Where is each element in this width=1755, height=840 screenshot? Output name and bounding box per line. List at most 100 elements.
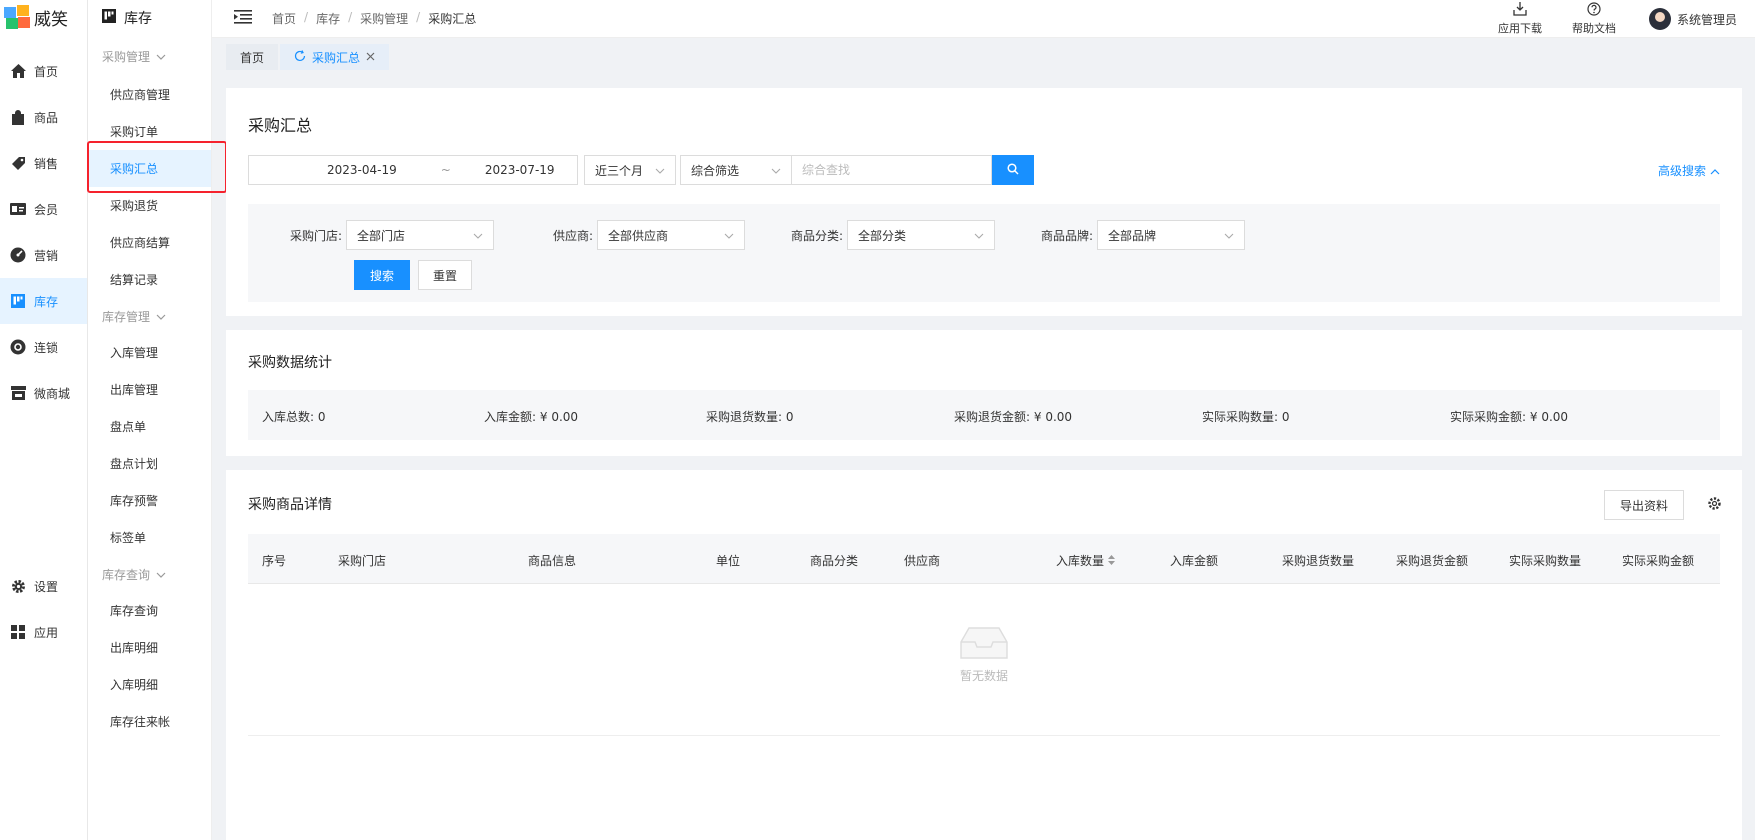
inventory-icon [10, 293, 26, 309]
rail-item-inventory[interactable]: 库存 [0, 278, 87, 324]
rail-item-sales[interactable]: 销售 [0, 140, 87, 186]
empty-state: 暂无数据 [248, 584, 1720, 736]
col-in-qty[interactable]: 入库数量 [1056, 552, 1116, 569]
sub-item-label-sheet[interactable]: 标签单 [88, 519, 211, 556]
chevron-down-icon [724, 228, 734, 242]
chain-icon [10, 339, 26, 355]
brand-name: 威笑 [34, 9, 68, 30]
sub-sidebar: 库存 采购管理 供应商管理 采购订单 采购汇总 采购退货 供应商结算 结算记录 … [88, 0, 212, 840]
sub-item-in-detail[interactable]: 入库明细 [88, 666, 211, 703]
group-stock-query[interactable]: 库存查询 [88, 556, 211, 592]
advanced-search-toggle[interactable]: 高级搜索 [1658, 162, 1720, 179]
sub-item-supplier-settlement[interactable]: 供应商结算 [88, 224, 211, 261]
rail-item-member[interactable]: 会员 [0, 186, 87, 232]
help-doc-button[interactable]: 帮助文档 [1557, 2, 1631, 36]
logo-cube-icon [4, 5, 30, 29]
supplier-select[interactable]: 全部供应商 [597, 220, 746, 250]
rail-item-label: 首页 [34, 64, 59, 79]
refresh-icon[interactable] [294, 49, 306, 65]
filter-select[interactable]: 综合筛选 [680, 155, 792, 185]
sub-item-settlement-record[interactable]: 结算记录 [88, 261, 211, 298]
date-start: 2023-04-19 [327, 163, 397, 177]
sub-item-stock-alert[interactable]: 库存预警 [88, 482, 211, 519]
period-select[interactable]: 近三个月 [584, 155, 676, 185]
category-value: 全部分类 [858, 228, 907, 243]
sub-item-stocktake-plan[interactable]: 盘点计划 [88, 445, 211, 482]
date-separator: ~ [440, 163, 451, 177]
stat-in-count: 入库总数: 0 [262, 410, 326, 424]
gear-icon [10, 578, 26, 594]
close-icon[interactable] [366, 50, 375, 64]
sub-item-purchase-return[interactable]: 采购退货 [88, 187, 211, 224]
filter-value: 综合筛选 [691, 163, 740, 178]
rail-item-chain[interactable]: 连锁 [0, 324, 87, 370]
inventory-icon [102, 9, 116, 27]
app-download-button[interactable]: 应用下载 [1483, 2, 1557, 36]
supplier-value: 全部供应商 [608, 228, 669, 243]
group-title: 库存查询 [102, 567, 151, 582]
rail-item-marketing[interactable]: 营销 [0, 232, 87, 278]
sub-item-supplier[interactable]: 供应商管理 [88, 76, 211, 113]
rail-item-label: 微商城 [34, 386, 71, 401]
group-stock-manage[interactable]: 库存管理 [88, 298, 211, 334]
sub-item-stock-in[interactable]: 入库管理 [88, 334, 211, 371]
rail-item-label: 连锁 [34, 340, 59, 355]
sub-item-stock-out[interactable]: 出库管理 [88, 371, 211, 408]
rail-item-home[interactable]: 首页 [0, 48, 87, 94]
chevron-down-icon [156, 49, 166, 63]
breadcrumb-current: 采购汇总 [428, 12, 477, 26]
rail-item-settings[interactable]: 设置 [0, 563, 88, 609]
export-button[interactable]: 导出资料 [1604, 490, 1684, 520]
menu-fold-icon[interactable] [234, 10, 254, 27]
brand-select[interactable]: 全部品牌 [1097, 220, 1246, 250]
store-icon [10, 385, 26, 401]
column-settings-icon[interactable] [1707, 496, 1722, 514]
search-button[interactable] [992, 155, 1034, 185]
field-store: 采购门店: 全部门店 [290, 220, 495, 250]
reset-button[interactable]: 重置 [418, 260, 472, 290]
brand-logo[interactable]: 威笑 [0, 0, 87, 34]
chevron-down-icon [771, 163, 781, 177]
sub-item-stocktake[interactable]: 盘点单 [88, 408, 211, 445]
breadcrumb-item[interactable]: 库存 [316, 10, 340, 27]
apps-grid-icon [10, 624, 26, 640]
search-submit-button[interactable]: 搜索 [354, 260, 410, 290]
search-input[interactable] [792, 155, 992, 185]
detail-card: 采购商品详情 导出资料 序号 采购门店 商品信息 单位 商品分类 供应商 入库数… [226, 470, 1742, 840]
sub-item-out-detail[interactable]: 出库明细 [88, 629, 211, 666]
rail-item-label: 商品 [34, 110, 59, 125]
sub-item-purchase-summary[interactable]: 采购汇总 [88, 150, 211, 187]
store-select[interactable]: 全部门店 [346, 220, 495, 250]
page-title: 采购汇总 [248, 116, 313, 135]
tab-label: 采购汇总 [312, 50, 361, 65]
page-scrollbar[interactable] [1743, 76, 1755, 840]
breadcrumb-item[interactable]: 采购管理 [360, 10, 408, 27]
rail-item-apps[interactable]: 应用 [0, 609, 88, 655]
chevron-down-icon [156, 309, 166, 323]
tab-home[interactable]: 首页 [226, 44, 279, 70]
rail-item-label: 设置 [34, 579, 59, 594]
period-value: 近三个月 [595, 163, 644, 178]
group-purchase[interactable]: 采购管理 [88, 36, 211, 76]
stat-return-amount: 采购退货金额: ¥ 0.00 [954, 410, 1073, 424]
rail-item-goods[interactable]: 商品 [0, 94, 87, 140]
stat-return-count: 采购退货数量: 0 [706, 410, 794, 424]
breadcrumb-item[interactable]: 首页 [272, 10, 296, 27]
help-circle-icon [1587, 2, 1601, 19]
rail-item-label: 销售 [34, 156, 59, 171]
sub-item-stock-query[interactable]: 库存查询 [88, 592, 211, 629]
chevron-down-icon [156, 567, 166, 581]
user-name: 系统管理员 [1676, 12, 1737, 27]
download-icon [1513, 2, 1527, 19]
rail-item-mall[interactable]: 微商城 [0, 370, 87, 416]
field-label: 商品品牌: [1041, 228, 1094, 243]
user-menu[interactable]: 系统管理员 [1648, 8, 1737, 30]
tab-purchase-summary[interactable]: 采购汇总 [280, 44, 390, 70]
date-range-picker[interactable]: 2023-04-19 ~ 2023-07-19 [248, 155, 578, 185]
sub-item-purchase-order[interactable]: 采购订单 [88, 113, 211, 150]
category-select[interactable]: 全部分类 [847, 220, 996, 250]
sort-icon[interactable] [1108, 554, 1116, 568]
home-icon [10, 63, 26, 79]
sub-item-stock-ledger[interactable]: 库存往来帐 [88, 703, 211, 740]
table-header: 序号 采购门店 商品信息 单位 商品分类 供应商 入库数量 入库金额 采购退货数… [248, 534, 1720, 584]
